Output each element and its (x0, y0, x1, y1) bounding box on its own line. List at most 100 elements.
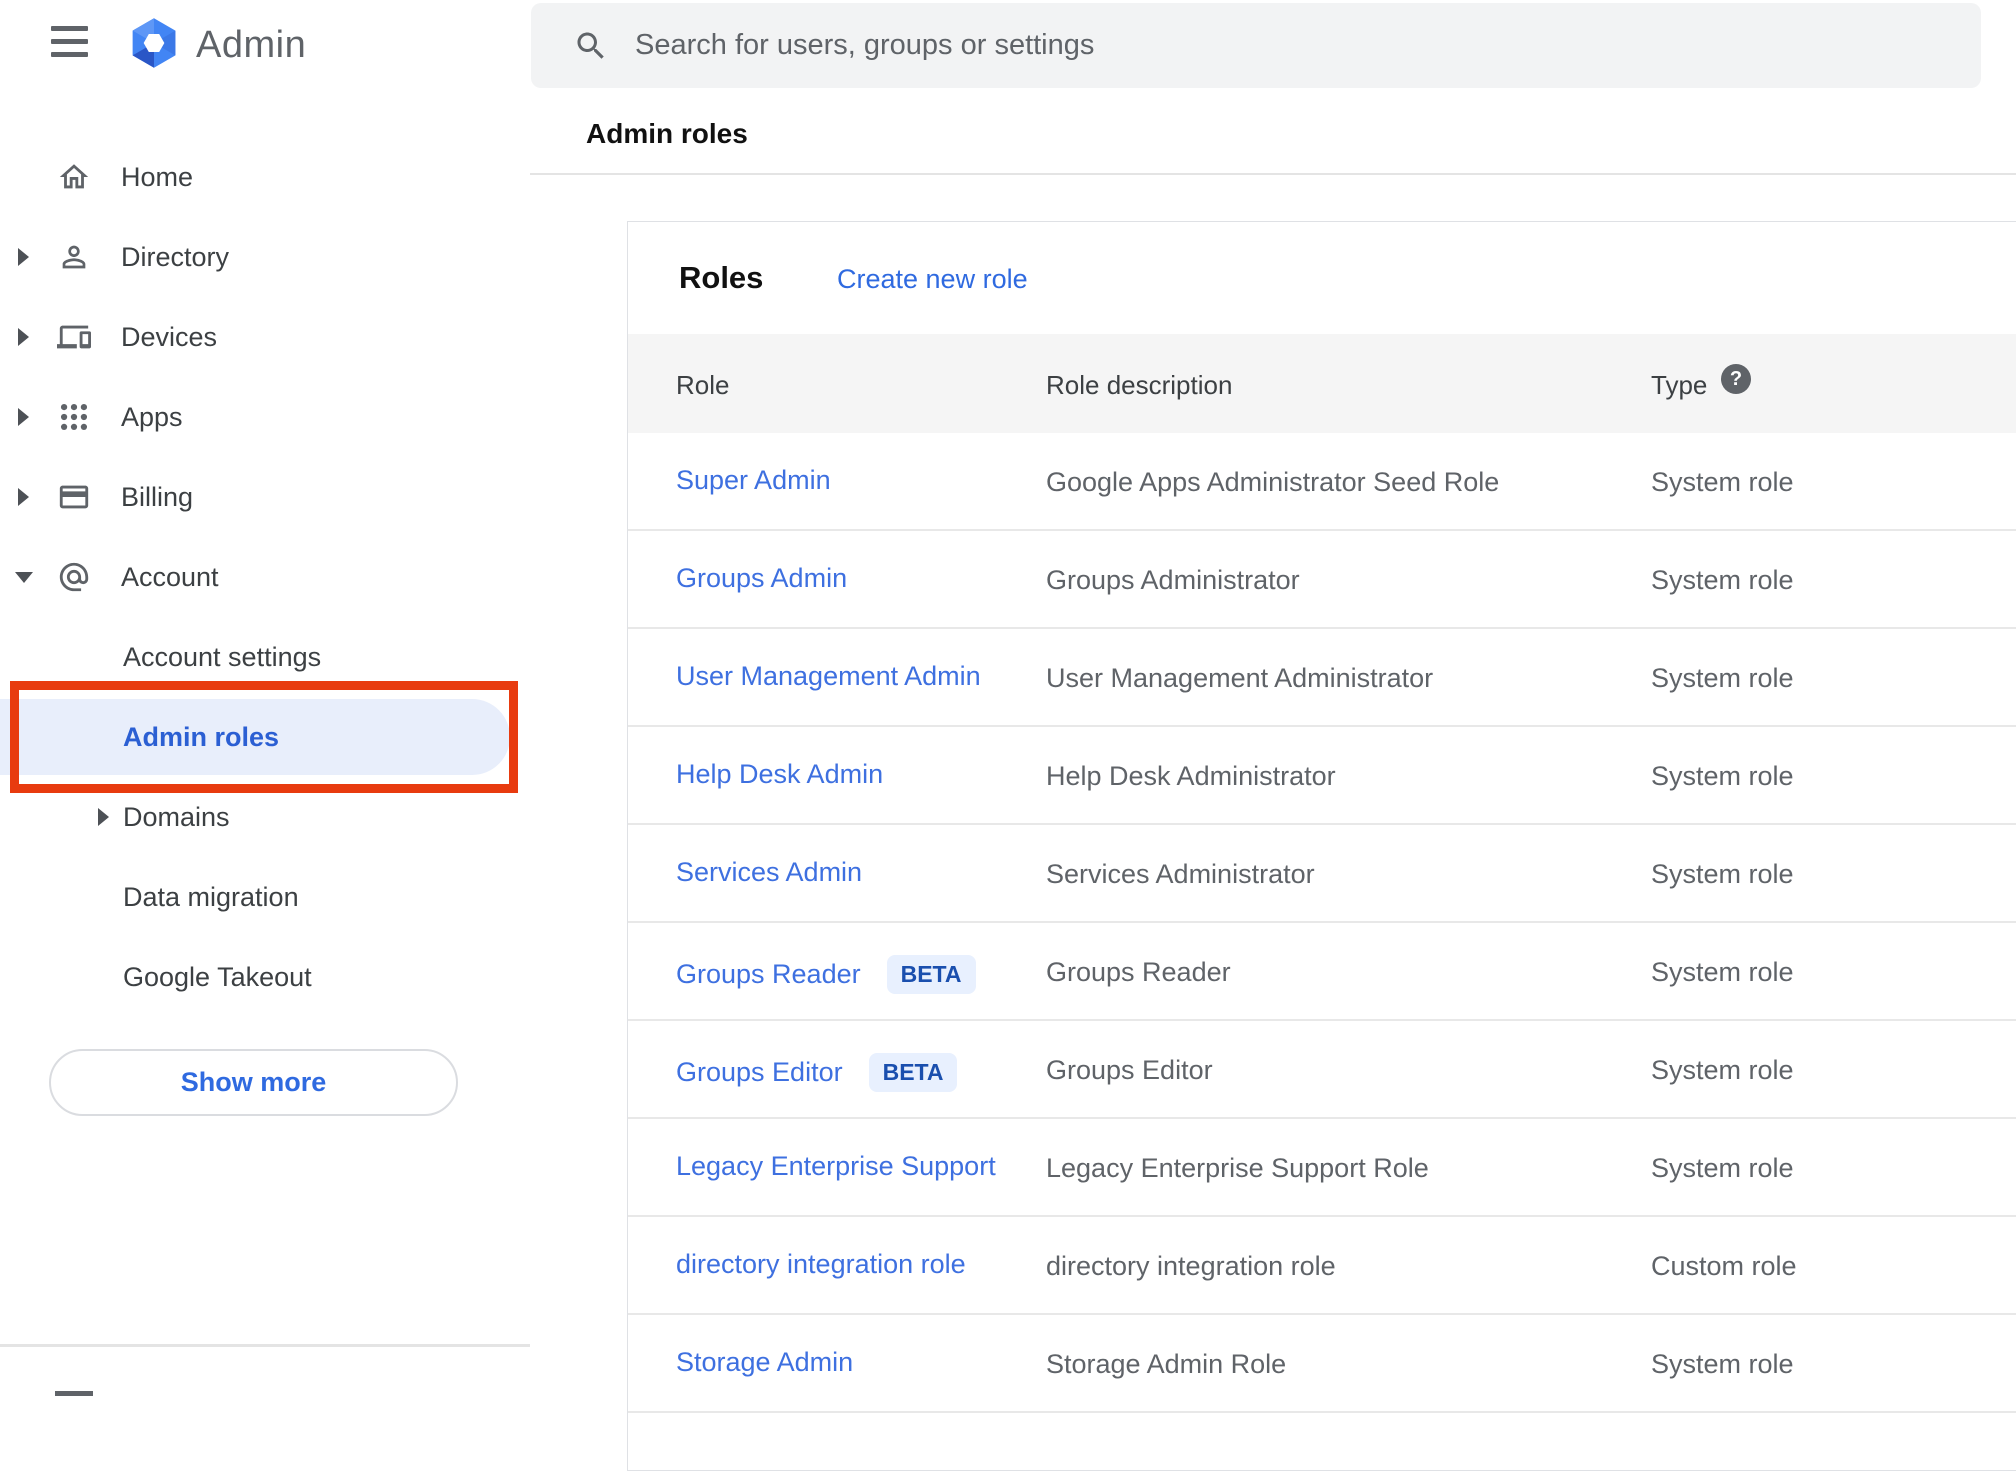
beta-badge: BETA (868, 1053, 958, 1092)
column-header-description: Role description (1046, 370, 1233, 400)
chevron-right-icon[interactable] (18, 488, 29, 506)
role-description: User Management Administrator (1046, 663, 1434, 693)
main-content: Admin roles Roles Create new role Role R… (530, 0, 2016, 1471)
role-description: Services Administrator (1046, 859, 1315, 889)
roles-card-header: Roles Create new role (628, 222, 2016, 334)
table-row: Groups Editor BETA Groups Editor System … (628, 1021, 2016, 1119)
column-header-type: Type (1651, 370, 1708, 400)
chevron-right-icon[interactable] (18, 408, 29, 426)
role-type: System role (1651, 1349, 1794, 1379)
role-type: System role (1651, 1153, 1794, 1183)
sidebar-item-devices[interactable]: Devices (0, 297, 530, 377)
sidebar-item-account-settings[interactable]: Account settings (0, 617, 530, 697)
sidebar-item-admin-roles[interactable]: Admin roles (0, 681, 530, 793)
role-type: Custom role (1651, 1251, 1797, 1281)
role-type: System role (1651, 1055, 1794, 1085)
table-row: Help Desk Admin Help Desk Administrator … (628, 727, 2016, 825)
apps-grid-icon (57, 400, 91, 434)
table-row: User Management Admin User Management Ad… (628, 629, 2016, 727)
beta-badge: BETA (886, 955, 976, 994)
role-description: Legacy Enterprise Support Role (1046, 1153, 1429, 1183)
chevron-right-icon[interactable] (18, 328, 29, 346)
sidebar-item-label: Google Takeout (123, 961, 312, 992)
sidebar-header: Admin (0, 0, 530, 100)
table-header: Role Role description Type ? (628, 334, 2016, 433)
role-link[interactable]: directory integration role (676, 1249, 966, 1280)
sidebar-item-apps[interactable]: Apps (0, 377, 530, 457)
sidebar-item-label: Account (121, 561, 219, 592)
header-divider (530, 173, 2016, 175)
show-more-button[interactable]: Show more (49, 1049, 458, 1116)
chevron-right-icon[interactable] (18, 248, 29, 266)
sidebar-item-label: Billing (121, 481, 194, 512)
role-link[interactable]: Storage Admin (676, 1347, 853, 1378)
admin-logo-icon (132, 18, 176, 68)
role-description: Groups Editor (1046, 1055, 1213, 1085)
search-input[interactable] (635, 29, 1951, 62)
sidebar-item-label: Directory (121, 241, 230, 272)
role-link[interactable]: Services Admin (676, 857, 862, 888)
role-type: System role (1651, 957, 1794, 987)
role-description: Groups Administrator (1046, 565, 1300, 595)
search-bar[interactable] (531, 3, 1981, 88)
sidebar-item-label: Account settings (123, 641, 322, 672)
role-type: System role (1651, 565, 1794, 595)
at-sign-icon (57, 560, 91, 594)
table-row: Groups Reader BETA Groups Reader System … (628, 923, 2016, 1021)
role-description: Google Apps Administrator Seed Role (1046, 467, 1500, 497)
sidebar-item-google-takeout[interactable]: Google Takeout (0, 937, 530, 1017)
role-type: System role (1651, 663, 1794, 693)
table-row: Groups Admin Groups Administrator System… (628, 531, 2016, 629)
sidebar-item-label: Data migration (123, 881, 299, 912)
roles-title: Roles (679, 260, 764, 295)
role-link[interactable]: Groups Editor (676, 1057, 843, 1088)
role-description: directory integration role (1046, 1251, 1336, 1281)
sidebar-item-label: Admin roles (123, 721, 280, 752)
role-link[interactable]: Legacy Enterprise Support (676, 1151, 996, 1182)
role-description: Storage Admin Role (1046, 1349, 1287, 1379)
role-link[interactable]: Help Desk Admin (676, 759, 883, 790)
devices-icon (57, 320, 91, 354)
page-title: Admin roles (586, 118, 748, 149)
chevron-down-icon[interactable] (15, 571, 33, 583)
role-description: Groups Reader (1046, 957, 1231, 987)
sidebar-item-home[interactable]: Home (0, 137, 530, 217)
credit-card-icon (57, 480, 91, 514)
chevron-right-icon[interactable] (98, 808, 109, 826)
role-description: Help Desk Administrator (1046, 761, 1336, 791)
role-link[interactable]: Super Admin (676, 465, 831, 496)
role-link[interactable]: Groups Reader (676, 959, 861, 990)
menu-icon[interactable] (51, 26, 88, 58)
column-header-role: Role (676, 370, 730, 400)
partial-bottom-icon (55, 1391, 93, 1396)
home-icon (57, 160, 91, 194)
person-icon (57, 240, 91, 274)
sidebar-item-account[interactable]: Account (0, 537, 530, 617)
table-row: directory integration role directory int… (628, 1217, 2016, 1315)
sidebar-item-directory[interactable]: Directory (0, 217, 530, 297)
create-new-role-link[interactable]: Create new role (837, 264, 1028, 295)
app-title: Admin (196, 24, 307, 66)
sidebar-nav: Home Directory Devices Apps Billing Acco… (0, 137, 530, 1017)
help-icon[interactable]: ? (1721, 364, 1751, 394)
sidebar-item-label: Devices (121, 321, 218, 352)
sidebar-item-label: Domains (123, 801, 230, 832)
sidebar-item-billing[interactable]: Billing (0, 457, 530, 537)
table-body: Super Admin Google Apps Administrator Se… (628, 433, 2016, 1413)
table-row: Super Admin Google Apps Administrator Se… (628, 433, 2016, 531)
table-row: Services Admin Services Administrator Sy… (628, 825, 2016, 923)
role-type: System role (1651, 859, 1794, 889)
table-row: Legacy Enterprise Support Legacy Enterpr… (628, 1119, 2016, 1217)
sidebar-item-data-migration[interactable]: Data migration (0, 857, 530, 937)
sidebar-divider (0, 1344, 530, 1347)
roles-card: Roles Create new role Role Role descript… (627, 221, 2016, 1471)
sidebar-item-domains[interactable]: Domains (0, 777, 530, 857)
search-icon (577, 32, 604, 59)
role-link[interactable]: Groups Admin (676, 563, 847, 594)
role-link[interactable]: User Management Admin (676, 661, 981, 692)
role-type: System role (1651, 761, 1794, 791)
sidebar: Admin Home Directory Devices Apps Billin… (0, 0, 530, 1396)
role-type: System role (1651, 467, 1794, 497)
sidebar-item-label: Apps (121, 401, 183, 432)
sidebar-item-label: Home (121, 161, 194, 192)
